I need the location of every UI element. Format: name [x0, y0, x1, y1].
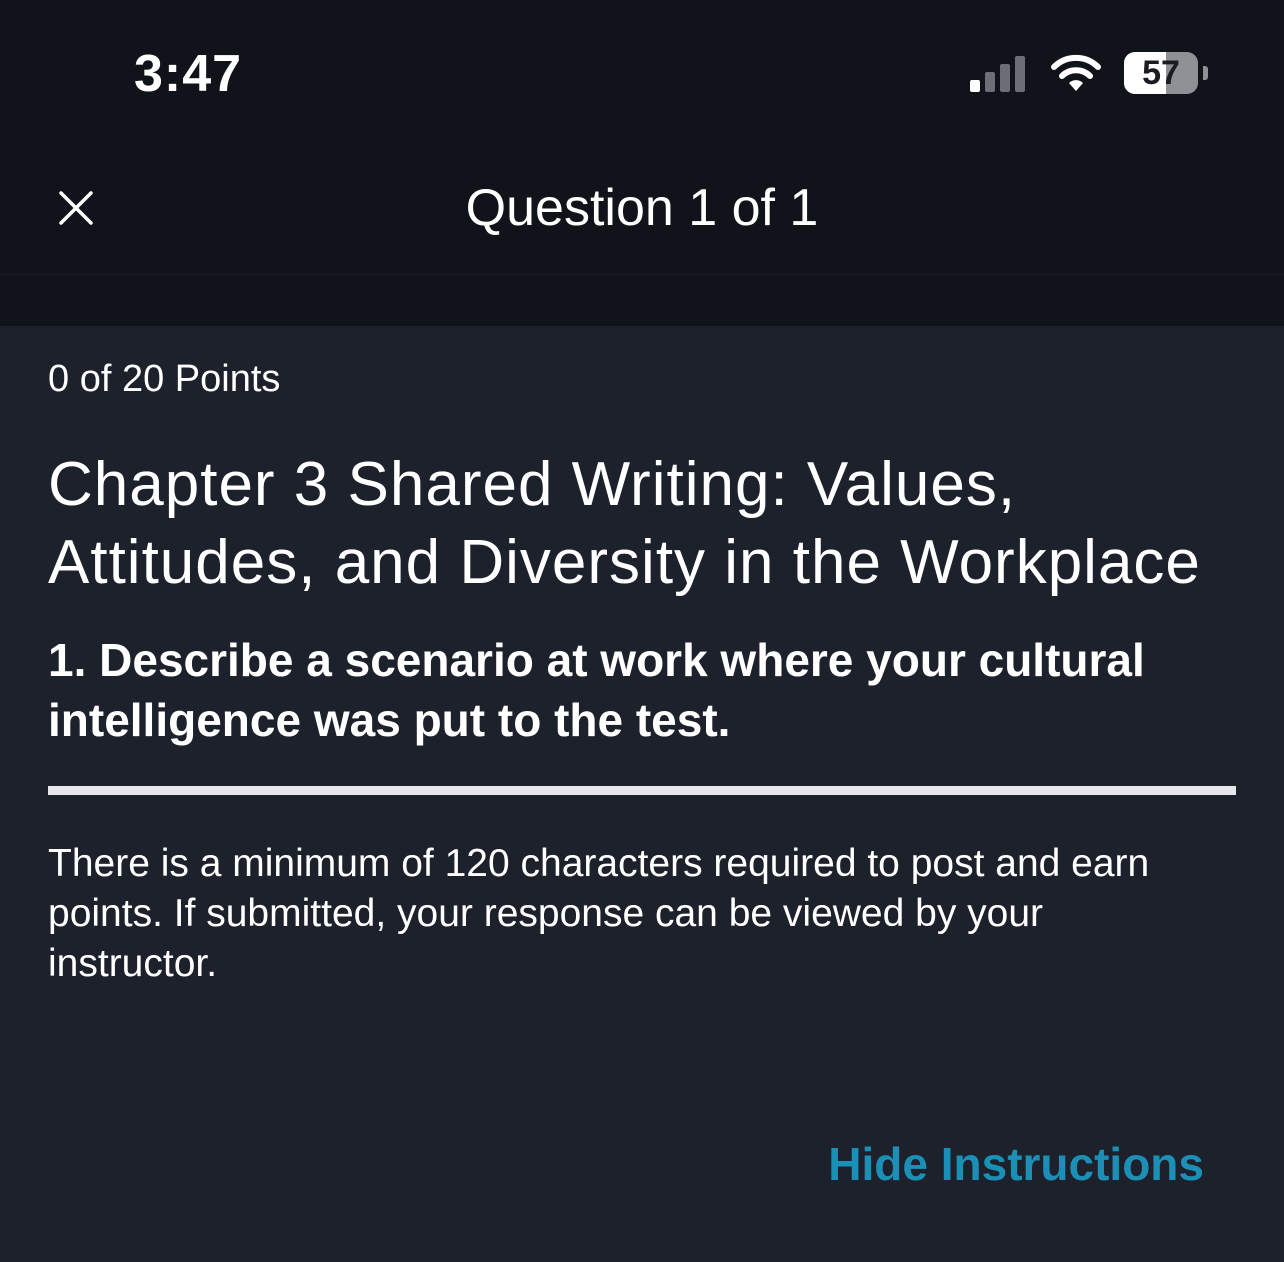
status-icons: 57 — [970, 50, 1208, 96]
status-bar: 3:47 57 — [0, 0, 1284, 150]
battery-percent: 57 — [1142, 54, 1180, 92]
points-label: 0 of 20 Points — [48, 358, 281, 400]
status-time: 3:47 — [134, 45, 243, 103]
question-content: 0 of 20 Points Chapter 3 Shared Writing:… — [48, 326, 1236, 989]
divider — [48, 786, 1236, 795]
nav-bar: Question 1 of 1 — [0, 150, 1284, 275]
assignment-title: Chapter 3 Shared Writing: Values, Attitu… — [48, 450, 1201, 597]
battery-icon: 57 — [1124, 52, 1208, 94]
hide-instructions-link[interactable]: Hide Instructions — [828, 1134, 1204, 1194]
header-spacer — [0, 275, 1284, 326]
cellular-signal-icon — [970, 56, 1025, 92]
instructions-text: There is a minimum of 120 characters req… — [48, 842, 1150, 985]
page-title: Question 1 of 1 — [465, 179, 819, 237]
wifi-icon — [1051, 54, 1101, 91]
question-text: 1. Describe a scenario at work where you… — [48, 634, 1145, 746]
